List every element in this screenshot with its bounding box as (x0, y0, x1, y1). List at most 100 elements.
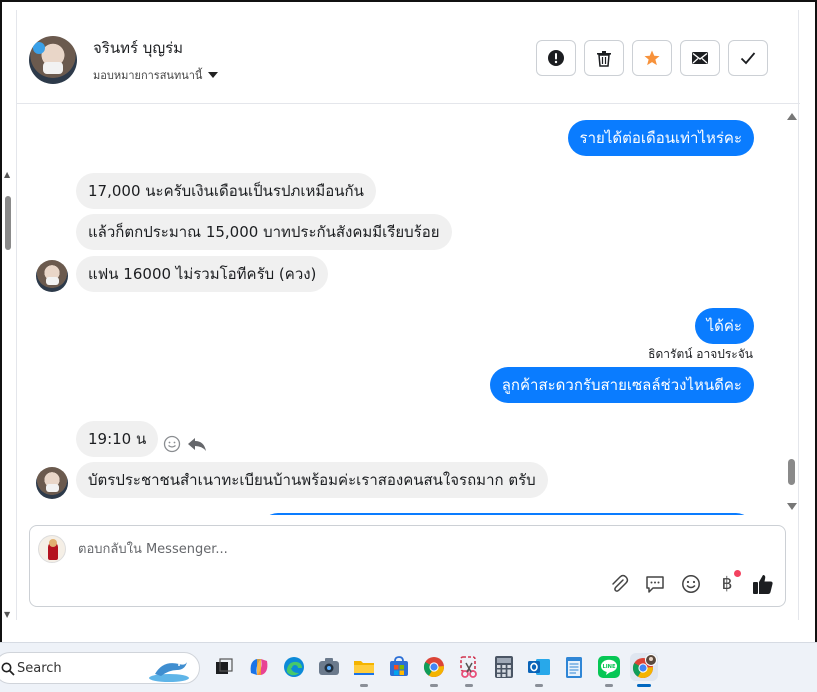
camera-button[interactable] (315, 653, 343, 681)
composer-tools: ฿ (607, 570, 775, 596)
check-icon (740, 52, 756, 65)
notepad-icon (566, 657, 582, 678)
chrome-button[interactable] (420, 653, 448, 687)
baht-icon: ฿ (721, 574, 733, 594)
message-bubble[interactable]: 19:10 น (76, 421, 159, 457)
task-view-icon (216, 658, 233, 674)
taskbar-apps: LINE (210, 653, 658, 687)
edge-button[interactable] (280, 653, 308, 681)
report-spam-button[interactable] (536, 40, 576, 76)
running-indicator (465, 684, 473, 687)
page-avatar (38, 535, 66, 563)
microsoft-store-button[interactable] (385, 653, 413, 681)
page-avatar-head (49, 539, 57, 547)
running-indicator (360, 684, 368, 687)
sender-name: ธิดารัตน์ อาจประจัน (648, 347, 753, 361)
message-bubble[interactable]: รายได้ต่อเดือนเท่าไหร่คะ (567, 120, 754, 156)
dolphin-highlight-icon (149, 662, 189, 682)
message-scrollbar-thumb[interactable] (788, 459, 795, 485)
line-icon: LINE (598, 656, 620, 678)
scroll-up-arrow-icon[interactable] (787, 113, 797, 120)
outlook-icon (528, 659, 550, 675)
notification-dot (734, 570, 741, 577)
message-bubble[interactable]: แล้วก็ตกประมาณ 15,000 บาทประกันสังคมมีเร… (76, 214, 452, 250)
conversation-header: จรินทร์ บุญร่ม มอบหมายการสนทนานี้ (17, 10, 800, 104)
saved-replies-button[interactable] (643, 572, 667, 596)
copilot-button[interactable] (245, 653, 273, 681)
scissors-icon (460, 656, 477, 678)
message-bubble[interactable]: ได้ค่ะ (694, 308, 754, 344)
chrome-profile-icon (632, 654, 657, 679)
delete-button[interactable] (584, 40, 624, 76)
scroll-down-arrow-icon[interactable]: ▼ (4, 610, 10, 619)
page-scrollbar-thumb[interactable] (5, 196, 11, 250)
message-bubble-partial[interactable] (260, 513, 754, 515)
payment-button[interactable]: ฿ (715, 570, 741, 596)
calculator-button[interactable] (490, 653, 518, 681)
emoji-button[interactable] (679, 572, 703, 596)
edge-icon (284, 657, 304, 677)
line-button[interactable]: LINE (595, 653, 623, 687)
avatar-badge-icon (33, 42, 45, 54)
mark-unread-button[interactable] (680, 40, 720, 76)
running-indicator (605, 684, 613, 687)
running-indicator (637, 684, 651, 687)
store-icon (390, 656, 408, 676)
reply-arrow-icon[interactable] (187, 436, 207, 452)
assign-conversation-dropdown[interactable]: มอบหมายการสนทนานี้ (93, 66, 219, 84)
message-bubble[interactable]: ลูกค้าสะดวกรับสายเซลล์ช่วงไหนดีคะ (489, 367, 754, 403)
header-actions (536, 40, 768, 76)
scroll-down-arrow-icon[interactable] (787, 503, 797, 510)
outlook-button[interactable] (525, 653, 553, 687)
running-indicator (430, 684, 438, 687)
folder-icon (354, 661, 374, 675)
chrome-icon (423, 657, 444, 678)
saved-reply-icon (646, 576, 664, 593)
chrome-profile-button[interactable] (630, 653, 658, 687)
message-bubble[interactable]: 17,000 นะครับเงินเดือนเป็นรปภเหมือนกัน (76, 173, 376, 209)
scroll-up-arrow-icon[interactable]: ▲ (4, 170, 10, 179)
mark-done-button[interactable] (728, 40, 768, 76)
windows-taskbar: Search LINE (0, 642, 817, 692)
copilot-icon (250, 659, 268, 675)
contact-avatar-small[interactable] (36, 260, 68, 292)
camera-icon (319, 658, 339, 675)
contact-avatar-small[interactable] (36, 467, 68, 499)
contact-avatar[interactable] (29, 36, 77, 84)
svg-text:LINE: LINE (602, 664, 616, 670)
emoji-icon (682, 575, 700, 593)
avatar-mask (46, 277, 59, 285)
message-bubble[interactable]: แฟน 16000 ไม่รวมโอทีครับ (ควง) (76, 256, 329, 292)
reply-composer: ฿ (29, 525, 786, 607)
running-indicator (535, 684, 543, 687)
conversation-panel: จรินทร์ บุญร่ม มอบหมายการสนทนานี้ รายได้… (16, 10, 800, 620)
avatar-mask (46, 484, 59, 492)
notepad-button[interactable] (560, 653, 588, 681)
message-list: รายได้ต่อเดือนเท่าไหร่คะ 17,000 นะครับเง… (17, 105, 800, 515)
like-button[interactable] (751, 572, 775, 596)
caret-down-icon (208, 72, 219, 78)
assign-label: มอบหมายการสนทนานี้ (93, 69, 203, 82)
thumbs-up-icon (753, 575, 773, 594)
star-icon (644, 50, 660, 66)
page-scrollbar[interactable]: ▲ ▼ (2, 10, 14, 620)
avatar-mask (43, 62, 63, 74)
attach-button[interactable] (607, 572, 631, 596)
message-scrollbar[interactable] (786, 105, 798, 515)
search-icon (1, 662, 15, 676)
snipping-tool-button[interactable] (455, 653, 483, 687)
star-button[interactable] (632, 40, 672, 76)
trash-icon (597, 50, 611, 67)
envelope-icon (692, 52, 708, 64)
paperclip-icon (612, 574, 629, 592)
task-view-button[interactable] (210, 653, 238, 681)
react-emoji-icon[interactable] (163, 435, 181, 453)
message-bubble[interactable]: บัตรประชาชนสำเนาทะเบียนบ้านพร้อมค่ะเราสอ… (76, 462, 548, 498)
file-explorer-button[interactable] (350, 653, 378, 687)
exclamation-icon (548, 50, 564, 66)
taskbar-search-box[interactable]: Search (0, 652, 200, 684)
reply-input[interactable] (78, 536, 678, 562)
contact-name[interactable]: จรินทร์ บุญร่ม (93, 36, 183, 60)
search-label: Search (17, 661, 62, 676)
message-hover-actions (163, 435, 207, 453)
